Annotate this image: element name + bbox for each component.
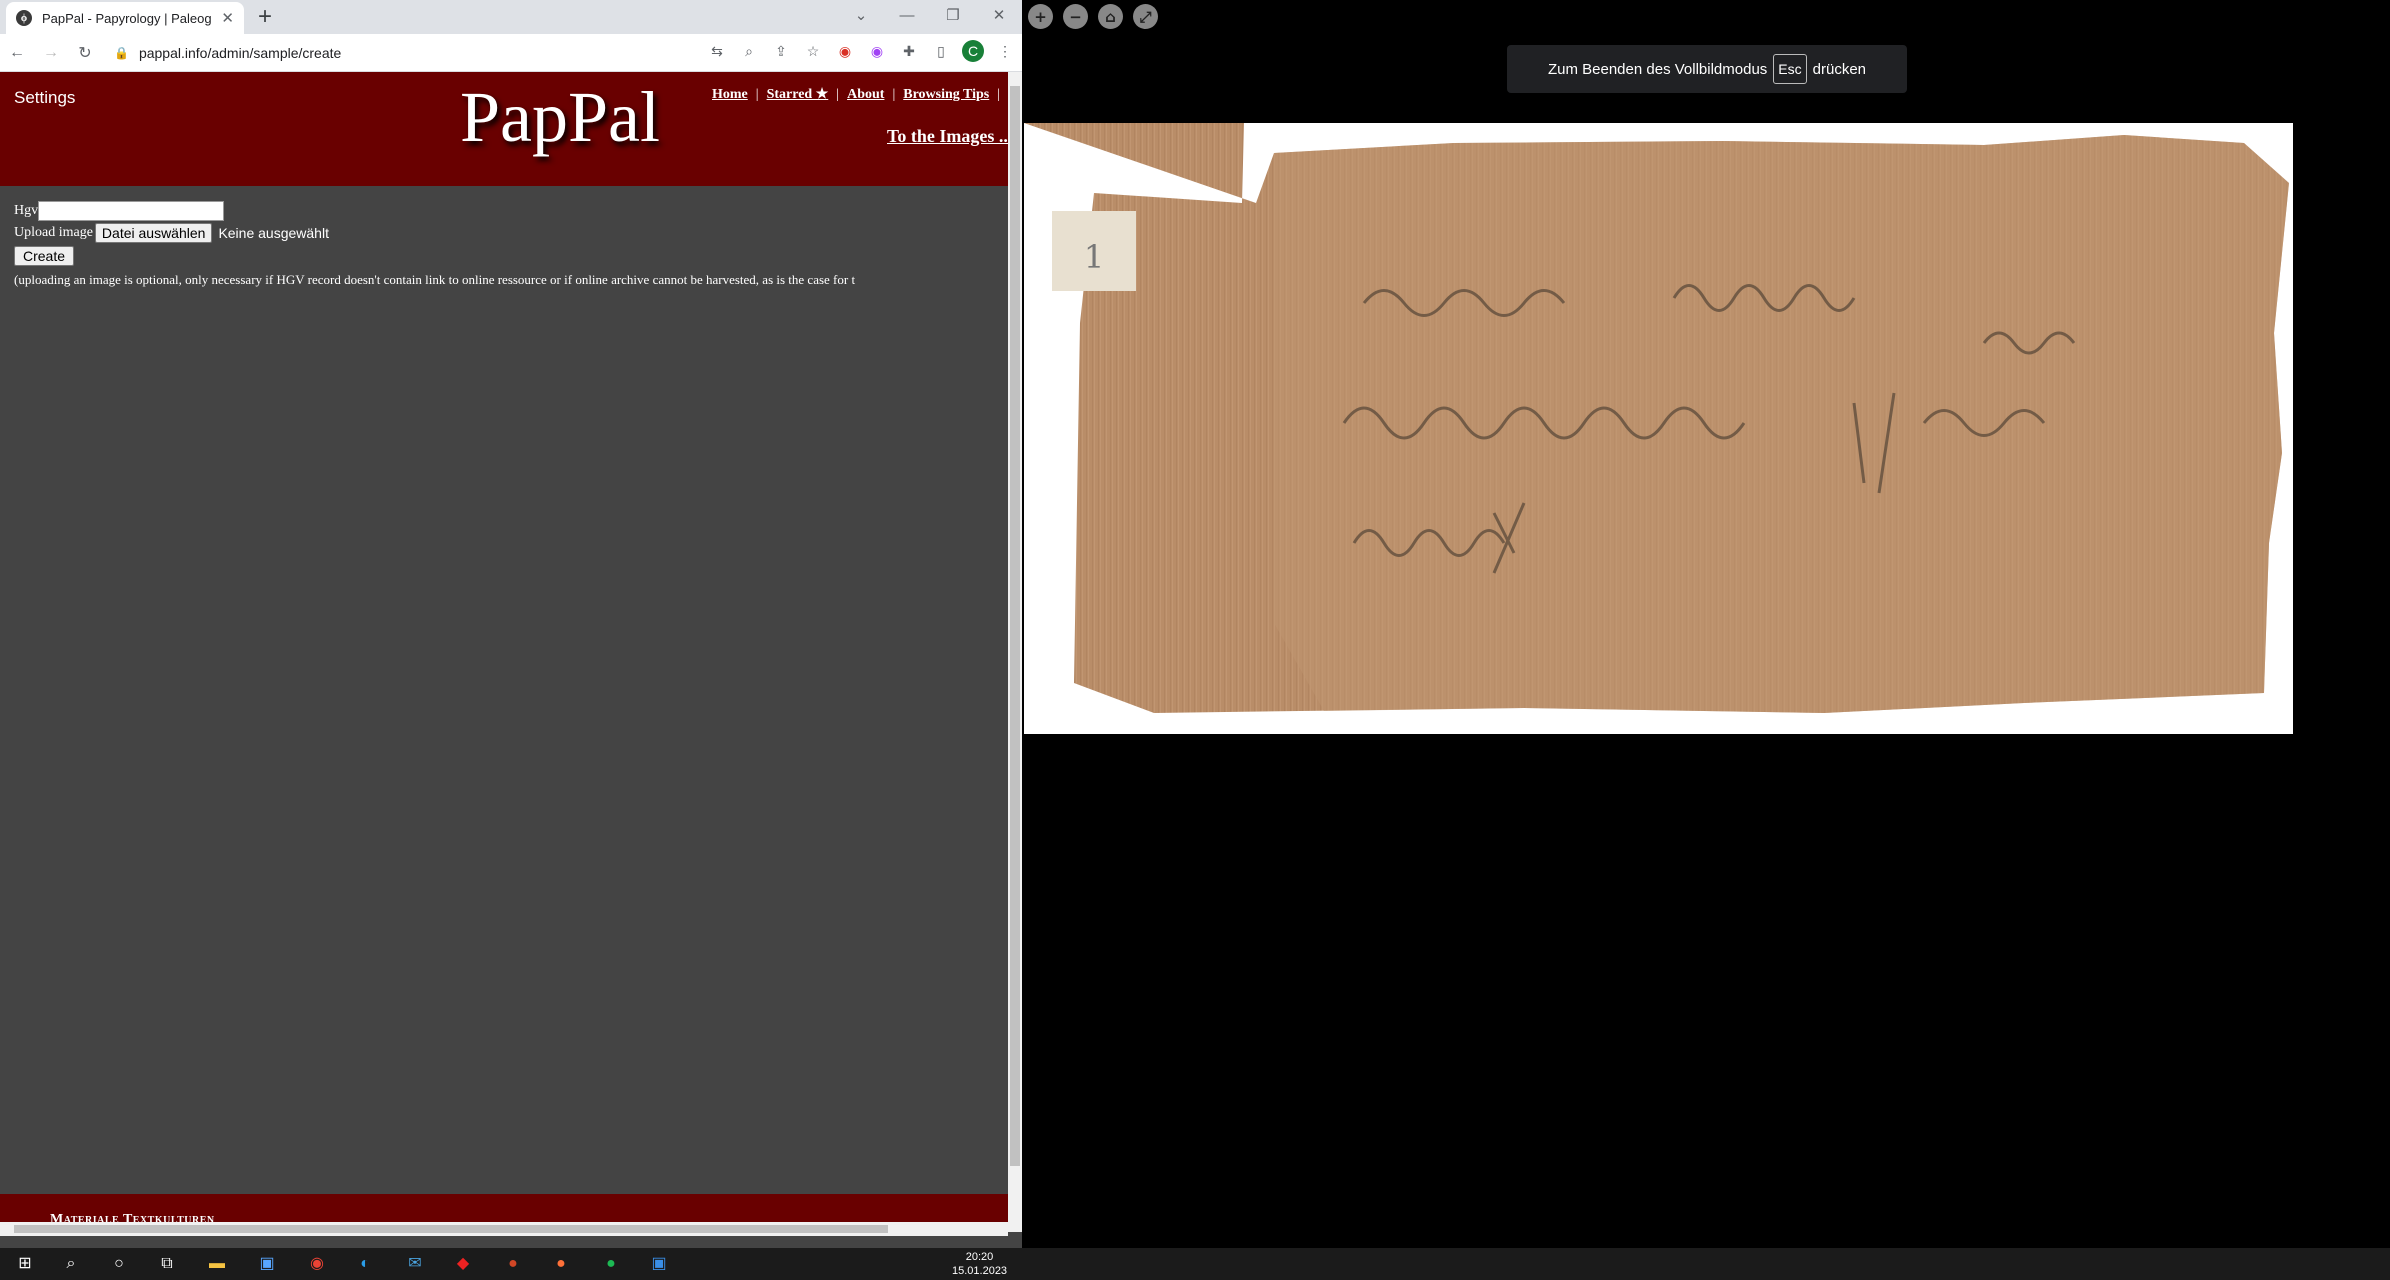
edge-icon[interactable]: ◐ (354, 1254, 376, 1274)
minimize-button[interactable]: — (884, 7, 930, 24)
nav-starred[interactable]: Starred ★ (767, 87, 829, 102)
tab-title: PapPal - Papyrology | Paleograph (42, 10, 212, 26)
site-header: Settings PapPal Home | Starred ★ | About | Bro… (0, 72, 1008, 186)
horizontal-scrollbar[interactable] (0, 1222, 1008, 1236)
esc-key-badge: Esc (1773, 54, 1807, 84)
task-view-icon[interactable]: ⧉ (156, 1254, 178, 1274)
settings-link[interactable]: Settings (14, 88, 75, 108)
window-controls: ⌄ — ❐ ✕ (838, 0, 1022, 30)
sample-create-form: Hgv Upload image Datei auswählen Keine a… (14, 200, 855, 288)
hgv-input[interactable] (38, 201, 225, 221)
translate-icon[interactable]: ⇆ (706, 43, 728, 60)
create-row: Create (14, 244, 855, 266)
zoom-out-icon[interactable]: − (1063, 4, 1088, 29)
windows-start-icon[interactable]: ⊞ (14, 1254, 36, 1274)
fullscreen-notice-text: Zum Beenden des Vollbildmodus (1547, 60, 1768, 78)
tab-search-icon[interactable]: ⌄ (838, 6, 884, 24)
fullscreen-notice-suffix: drücken (1812, 60, 1867, 78)
web-page: Settings PapPal Home | Starred ★ | About | Bro… (0, 72, 1008, 1232)
reload-icon[interactable]: ↻ (68, 43, 102, 63)
viewer-controls: + − ⌂ ⤢ (1028, 4, 1158, 29)
upload-label: Upload image (14, 225, 93, 240)
file-status: Keine ausgewählt (218, 225, 329, 241)
site-logo[interactable]: PapPal (460, 76, 660, 159)
extensions-puzzle-icon[interactable]: ✚ (898, 43, 920, 60)
horizontal-scroll-thumb[interactable] (14, 1225, 888, 1233)
close-window-button[interactable]: ✕ (976, 6, 1022, 24)
toolbar-actions: ⇆ ⌕ ⇪ ☆ ◉ ◉ ✚ ▯ C ⋮ (706, 40, 1016, 62)
nav-home[interactable]: Home (712, 87, 748, 102)
new-tab-button[interactable]: + (258, 3, 272, 31)
menu-dots-icon[interactable]: ⋮ (994, 43, 1016, 60)
nav-about[interactable]: About (847, 87, 884, 102)
spotify-icon[interactable]: ● (600, 1254, 622, 1274)
top-navigation: Home|Starred ★|About|Browsing Tips|C (712, 87, 1001, 102)
file-explorer-icon[interactable]: ▬ (206, 1254, 228, 1274)
home-icon[interactable]: ⌂ (1098, 4, 1123, 29)
upload-row: Upload image Datei auswählen Keine ausge… (14, 222, 855, 244)
profile-avatar[interactable]: C (962, 40, 984, 62)
forward-icon[interactable]: → (34, 44, 68, 62)
side-panel-icon[interactable]: ▯ (930, 43, 952, 60)
extension-red-icon[interactable]: ◉ (834, 43, 856, 60)
acrobat-icon[interactable]: ◆ (452, 1254, 474, 1274)
system-clock[interactable]: 20:20 15.01.2023 (952, 1250, 1007, 1278)
extension-purple-icon[interactable]: ◉ (866, 43, 888, 60)
tab-close-icon[interactable]: ✕ (221, 9, 234, 27)
choose-file-button[interactable]: Datei auswählen (94, 223, 213, 243)
photos-icon[interactable]: ▣ (648, 1254, 670, 1274)
bookmark-star-icon[interactable]: ☆ (802, 43, 824, 60)
powerpoint-icon[interactable]: ● (502, 1254, 524, 1274)
clock-time: 20:20 (965, 1251, 994, 1263)
fullscreen-notice: Zum Beenden des Vollbildmodus Esc drücke… (1507, 45, 1907, 93)
papyrus-image[interactable]: 1 (1024, 123, 2293, 734)
create-button[interactable]: Create (14, 246, 75, 266)
windows-taskbar: ⊞ ⌕ ○ ⧉ ▬ ▣ ◉ ◐ ✉ ◆ ● ● ● ▣ 20:20 15.01.… (0, 1248, 2390, 1280)
firefox-icon[interactable]: ● (550, 1254, 572, 1274)
back-icon[interactable]: ← (0, 44, 34, 62)
browser-tab[interactable]: ϕ PapPal - Papyrology | Paleograph ✕ (6, 2, 244, 34)
lock-icon[interactable]: 🔒 (114, 46, 129, 60)
pappal-favicon-icon: ϕ (16, 10, 32, 26)
vertical-scrollbar[interactable] (1008, 72, 1022, 1232)
mail-icon[interactable]: ✉ (404, 1254, 426, 1274)
fullscreen-icon[interactable]: ⤢ (1133, 4, 1158, 29)
clock-date: 15.01.2023 (952, 1265, 1008, 1277)
hgv-label: Hgv (14, 203, 39, 218)
tab-strip: ϕ PapPal - Papyrology | Paleograph ✕ + ⌄… (0, 0, 1022, 34)
papyrus-label-number: 1 (1084, 238, 1104, 276)
nav-browsing-tips[interactable]: Browsing Tips (903, 87, 989, 102)
restore-button[interactable]: ❐ (930, 6, 976, 24)
share-icon[interactable]: ⇪ (770, 43, 792, 60)
browser-window: ϕ PapPal - Papyrology | Paleograph ✕ + ⌄… (0, 0, 1022, 1248)
search-icon[interactable]: ⌕ (60, 1254, 82, 1274)
cortana-icon[interactable]: ○ (108, 1254, 130, 1274)
zoom-in-icon[interactable]: + (1028, 4, 1053, 29)
url-text[interactable]: pappal.info/admin/sample/create (139, 45, 341, 61)
vertical-scroll-thumb[interactable] (1010, 86, 1020, 1166)
to-images-link[interactable]: To the Images ... (887, 126, 1008, 147)
chrome-icon[interactable]: ◉ (306, 1254, 328, 1274)
hgv-row: Hgv (14, 200, 855, 222)
store-icon[interactable]: ▣ (256, 1254, 278, 1274)
browser-toolbar: ← → ↻ 🔒 pappal.info/admin/sample/create … (0, 34, 1022, 72)
upload-note: (uploading an image is optional, only ne… (14, 272, 856, 287)
zoom-icon[interactable]: ⌕ (738, 43, 760, 60)
